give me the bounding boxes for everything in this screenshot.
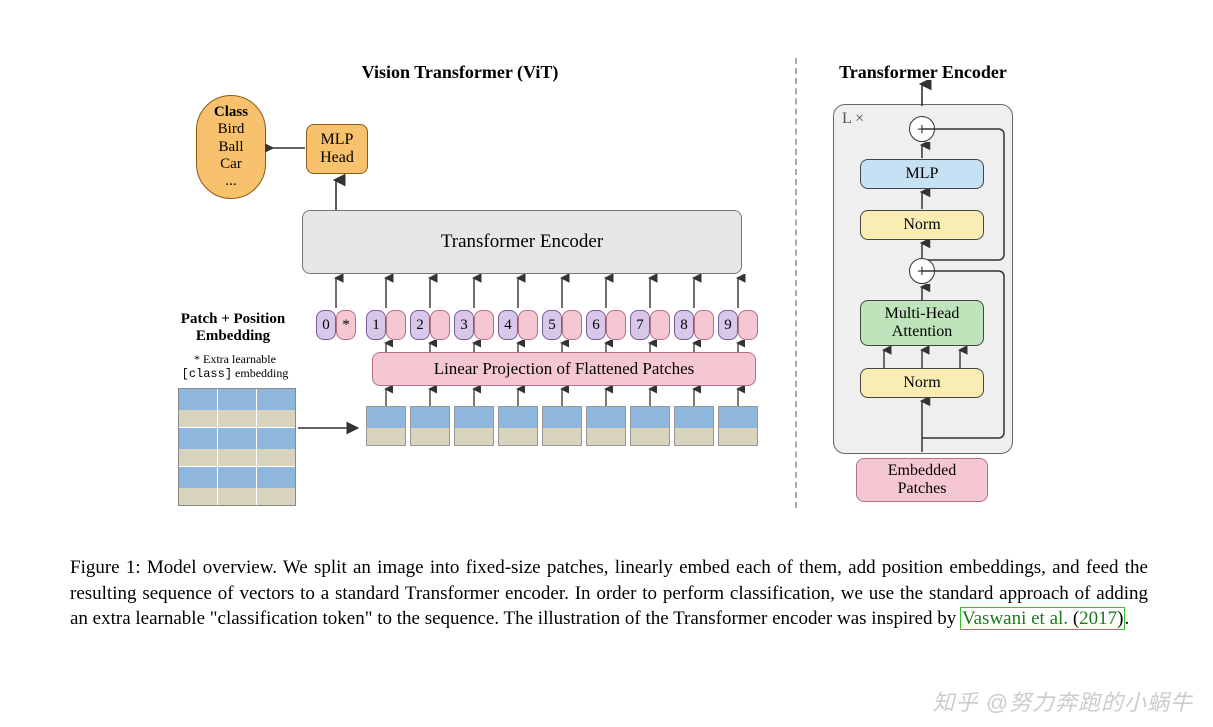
token-7: 7 — [630, 310, 650, 340]
token-7-label: 7 — [636, 317, 644, 334]
encoder-norm-lower: Norm — [860, 368, 984, 398]
encoder-label: Transformer Encoder — [441, 231, 603, 253]
arrow-mlp-to-plus — [912, 142, 932, 160]
token-star-label: * — [342, 317, 350, 334]
linear-projection-box: Linear Projection of Flattened Patches — [372, 352, 756, 386]
encoder-norm-upper-label: Norm — [903, 216, 940, 234]
arrow-embedded-to-norm — [912, 398, 932, 454]
encoder-norm-upper: Norm — [860, 210, 984, 240]
pos-emb-2 — [430, 310, 450, 340]
patch-5 — [542, 406, 582, 446]
encoder-mlp-block: MLP — [860, 159, 984, 189]
arrow-encoder-to-mlphead — [326, 174, 346, 214]
embedded-patches-box: Embedded Patches — [856, 458, 988, 502]
pos-emb-8 — [694, 310, 714, 340]
patch-1 — [366, 406, 406, 446]
arrow-norm-to-mlp — [912, 189, 932, 211]
vit-title: Vision Transformer (ViT) — [320, 62, 600, 83]
token-3-label: 3 — [460, 317, 468, 334]
class-item-2: Car — [211, 156, 251, 173]
token-2: 2 — [410, 310, 430, 340]
encoder-mlp-label: MLP — [906, 165, 939, 183]
arrow-plus2-to-norm — [912, 240, 932, 260]
patch-2 — [410, 406, 450, 446]
token-6-label: 6 — [592, 317, 600, 334]
class-item-0: Bird — [211, 121, 251, 138]
pos-emb-4 — [518, 310, 538, 340]
arrow-mlphead-to-class — [265, 138, 305, 158]
arrows-tokens-to-encoder — [300, 274, 770, 310]
pos-emb-6 — [606, 310, 626, 340]
extra-learnable-note: * Extra learnable [class] embedding — [170, 352, 300, 382]
patch-9 — [718, 406, 758, 446]
token-5-label: 5 — [548, 317, 556, 334]
arrows-patches-to-linproj — [360, 386, 770, 408]
pos-emb-5 — [562, 310, 582, 340]
pos-emb-7 — [650, 310, 670, 340]
arrows-norm-to-attn — [860, 346, 984, 370]
token-1: 1 — [366, 310, 386, 340]
pos-emb-1 — [386, 310, 406, 340]
token-star: * — [336, 310, 356, 340]
patch-6 — [586, 406, 626, 446]
patch-position-embedding-label: Patch + Position Embedding — [164, 311, 302, 344]
linear-projection-label: Linear Projection of Flattened Patches — [434, 359, 695, 379]
token-9-label: 9 — [724, 317, 732, 334]
class-item-1: Ball — [211, 139, 251, 156]
pe-note-l3: embedding — [232, 366, 288, 380]
attn-l1: Multi-Head — [885, 305, 960, 323]
pe-note-l1: * Extra learnable — [194, 352, 276, 366]
input-image-grid — [178, 388, 296, 506]
token-8: 8 — [674, 310, 694, 340]
arrows-linproj-to-tokens — [360, 340, 770, 354]
token-0-label: 0 — [322, 317, 330, 334]
encoder-repeat-label: L × — [842, 110, 864, 128]
mlp-head-l1: MLP — [321, 131, 354, 149]
citation-link[interactable]: Vaswani et al. (2017) — [961, 608, 1124, 629]
pe-l1: Patch + Position — [181, 311, 285, 327]
token-3: 3 — [454, 310, 474, 340]
token-8-label: 8 — [680, 317, 688, 334]
token-1-label: 1 — [372, 317, 380, 334]
token-5: 5 — [542, 310, 562, 340]
token-4: 4 — [498, 310, 518, 340]
arrow-image-to-patches — [298, 418, 364, 438]
patch-3 — [454, 406, 494, 446]
citation-author: Vaswani et al. — [962, 608, 1068, 630]
pos-emb-9 — [738, 310, 758, 340]
class-header: Class — [211, 104, 251, 121]
encoder-norm-lower-label: Norm — [903, 374, 940, 392]
token-4-label: 4 — [504, 317, 512, 334]
arrow-encoder-output — [912, 80, 932, 108]
attn-l2: Attention — [892, 323, 952, 341]
class-item-3: ... — [211, 173, 251, 190]
mlp-head-l2: Head — [320, 149, 354, 167]
patch-4 — [498, 406, 538, 446]
token-0: 0 — [316, 310, 336, 340]
section-divider — [795, 58, 797, 508]
token-9: 9 — [718, 310, 738, 340]
watermark: 知乎 @努力奔跑的小蜗牛 — [933, 685, 1193, 717]
embedded-l1: Embedded — [888, 462, 956, 480]
transformer-encoder-box: Transformer Encoder — [302, 210, 742, 274]
figure-caption: Figure 1: Model overview. We split an im… — [70, 555, 1148, 632]
skip-upper-line — [920, 116, 1010, 264]
pos-emb-3 — [474, 310, 494, 340]
token-6: 6 — [586, 310, 606, 340]
mlp-head-box: MLP Head — [306, 124, 368, 174]
pe-l2: Embedding — [196, 328, 270, 344]
class-output-box: Class Bird Ball Car ... — [196, 95, 266, 199]
class-token-literal: [class] — [182, 367, 232, 381]
patch-7 — [630, 406, 670, 446]
patch-8 — [674, 406, 714, 446]
citation-year: 2017 — [1079, 608, 1117, 630]
encoder-attention-block: Multi-Head Attention — [860, 300, 984, 346]
token-2-label: 2 — [416, 317, 424, 334]
embedded-l2: Patches — [898, 480, 947, 498]
